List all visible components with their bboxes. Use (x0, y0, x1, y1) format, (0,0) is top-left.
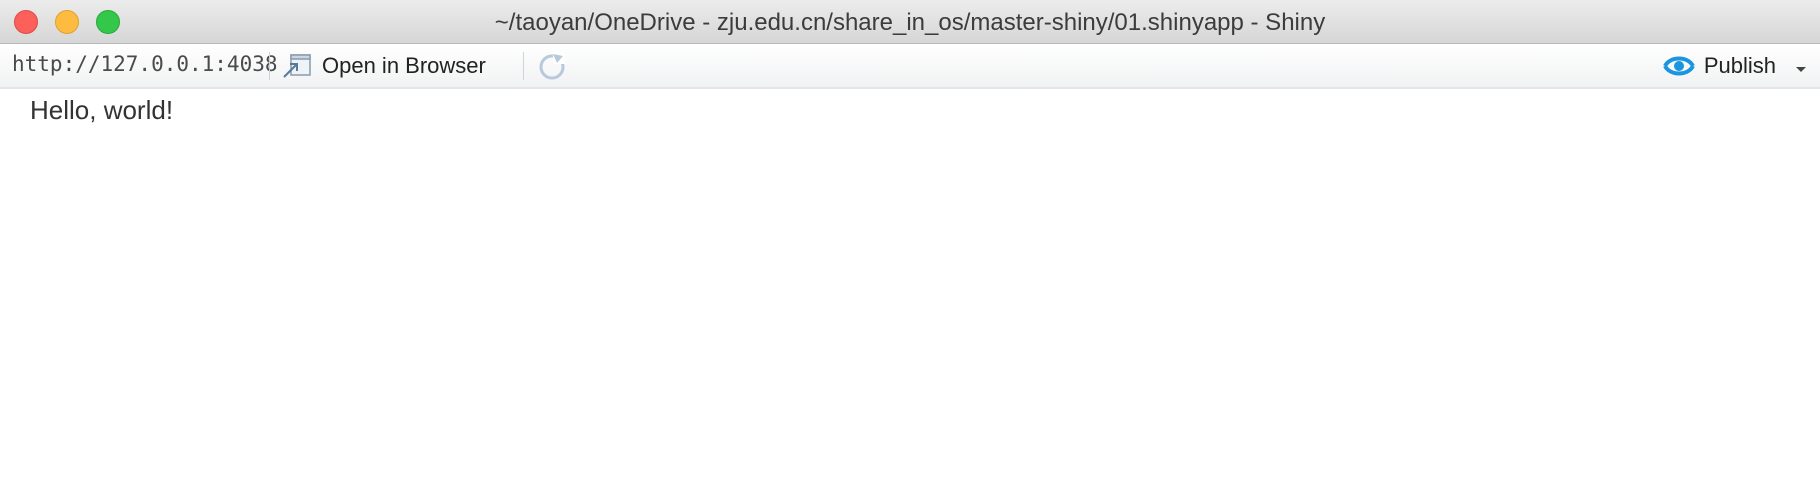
app-output-text: Hello, world! (30, 95, 174, 125)
refresh-button[interactable] (536, 50, 568, 82)
open-in-browser-label: Open in Browser (322, 53, 486, 78)
open-in-browser-icon (282, 53, 312, 79)
toolbar-divider (523, 52, 524, 80)
shiny-viewer-window: ~/taoyan/OneDrive - zju.edu.cn/share_in_… (0, 0, 1820, 480)
app-url: http://127.0.0.1:4038 (12, 52, 278, 76)
open-in-browser-button[interactable]: Open in Browser (282, 48, 486, 84)
viewer-toolbar: http://127.0.0.1:4038 Open in Browser Pu… (0, 44, 1820, 89)
refresh-icon (539, 52, 565, 80)
window-title: ~/taoyan/OneDrive - zju.edu.cn/share_in_… (494, 9, 1326, 36)
title-bar[interactable]: ~/taoyan/OneDrive - zju.edu.cn/share_in_… (0, 0, 1820, 44)
publish-label: Publish (1703, 53, 1776, 78)
app-content: Hello, world! (0, 91, 1820, 480)
publish-icon (1662, 51, 1696, 81)
publish-button[interactable]: Publish (1662, 48, 1808, 84)
chevron-down-icon[interactable] (1794, 61, 1808, 72)
toolbar-divider (269, 52, 270, 80)
